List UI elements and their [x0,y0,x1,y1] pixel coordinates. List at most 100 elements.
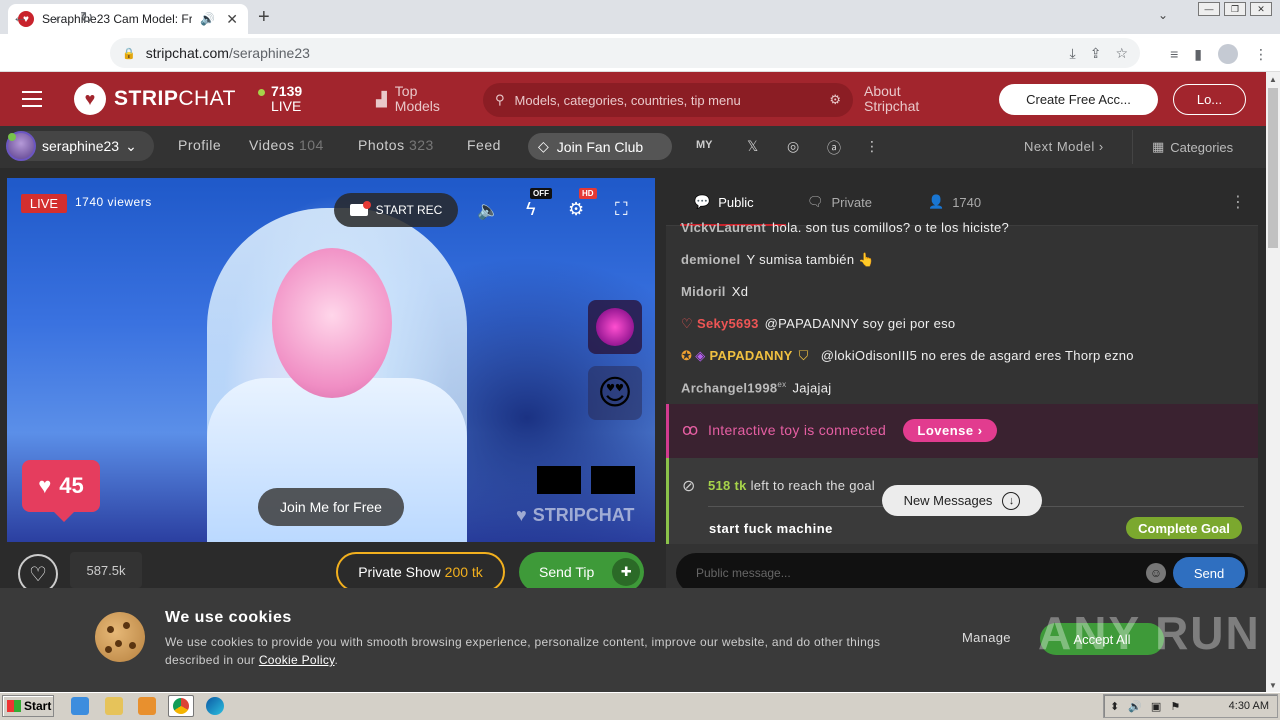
file-explorer-icon[interactable] [105,697,123,715]
close-window-button[interactable]: ✕ [1250,2,1272,16]
volume-tray-icon[interactable]: 🔊 [1128,700,1142,713]
network-icon[interactable]: ▣ [1151,700,1161,713]
goal-text: left to reach the goal [750,478,875,493]
cookie-icon [95,612,145,662]
login-button[interactable]: Lo... [1173,84,1246,115]
cookie-policy-link[interactable]: Cookie Policy [259,653,335,667]
chat-menu-icon[interactable]: ⋮ [1230,192,1246,212]
new-tab-button[interactable]: + [258,6,270,29]
stripchat-watermark: ♥ STRIPCHAT [516,505,634,526]
live-count[interactable]: 7139 LIVE [258,84,302,114]
live-count-label: LIVE [271,98,302,114]
reload-icon[interactable]: ↻ [80,8,93,28]
cookie-title: We use cookies [165,609,292,626]
chevron-down-icon: ⌄ [125,137,137,154]
manage-cookies-button[interactable]: Manage [962,630,1011,645]
send-message-button[interactable]: Send [1173,557,1245,589]
tab-private[interactable]: 🗨 Private [807,194,872,210]
filter-icon[interactable]: ⚙ [829,92,841,108]
chat-username[interactable]: VickyLaurent [681,220,766,232]
start-rec-button[interactable]: START REC [334,193,458,227]
chat-username[interactable]: PAPADANNY [710,348,793,363]
logo-text-rest: CHAT [178,87,236,110]
settings-gear-icon[interactable]: ⚙ [568,199,584,220]
nav-profile[interactable]: Profile [178,137,221,153]
scroll-up-arrow-icon[interactable]: ▲ [1266,72,1280,86]
reading-list-icon[interactable]: ≡ [1170,46,1178,62]
next-model-link[interactable]: Next Model › [1024,139,1104,154]
lightning-icon[interactable]: ϟ [526,199,536,220]
send-tip-label: Send Tip [539,564,595,580]
lock-icon[interactable]: 🔒 [122,47,136,60]
install-app-icon[interactable]: ⤓ [1070,45,1076,62]
bookmark-star-icon[interactable]: ☆ [1115,45,1128,62]
chat-username[interactable]: Seky5693 [697,316,759,331]
close-tab-icon[interactable]: ✕ [226,11,238,28]
join-free-button[interactable]: Join Me for Free [258,488,404,526]
minimize-button[interactable]: — [1198,2,1220,16]
nav-photos[interactable]: Photos 323 [358,137,434,153]
restore-button[interactable]: ❐ [1224,2,1246,16]
chat-username[interactable]: Midoril [681,284,726,299]
start-button[interactable]: Start [2,695,54,717]
search-input[interactable]: ⚲ Models, categories, countries, tip men… [483,83,853,117]
heart-outline-icon: ♡ [29,563,47,586]
profile-avatar-icon[interactable] [1218,44,1238,64]
tab-public[interactable]: 💬 Public [694,194,754,210]
fullscreen-icon[interactable]: ⛶ [615,199,628,220]
lovense-button[interactable]: Lovense › [903,419,997,442]
chat-username[interactable]: demionel [681,252,740,267]
emoji-picker-icon[interactable]: ☺ [1146,563,1166,583]
flag-icon[interactable]: ⚑ [1170,700,1180,713]
side-panel-icon[interactable]: ▮ [1194,46,1202,63]
volume-icon[interactable]: 🔈 [477,200,499,221]
media-player-icon[interactable] [138,697,156,715]
tab-users[interactable]: 👤 1740 [928,194,981,210]
logo-mark-icon: ♥ [74,83,106,115]
live-badge: LIVE [21,194,67,213]
windows-logo-icon [7,700,21,712]
edge-icon[interactable] [206,697,224,715]
join-fan-club-button[interactable]: ◇ Join Fan Club [528,133,672,160]
url-bar[interactable]: 🔒 stripchat.com/seraphine23 ⤓ ⇪ ☆ [110,38,1140,68]
tab-search-icon[interactable]: ⌄ [1158,8,1168,22]
back-icon[interactable]: ← [12,9,28,27]
send-tip-button[interactable]: Send Tip ✚ [519,552,644,592]
nav-videos[interactable]: Videos 104 [249,137,324,153]
amazon-icon[interactable]: ⓐ [827,138,841,158]
chat-text: @lokiOdisonIII5 no eres de asgard eres T… [820,348,1134,363]
forward-icon[interactable]: → [46,9,62,27]
heart-counter[interactable]: ♥ 45 [22,460,100,522]
myclub-icon[interactable]: MY [696,139,713,151]
nav-photos-count: 323 [408,137,434,153]
private-show-button[interactable]: Private Show 200 tk [336,552,505,592]
categories-label: Categories [1170,139,1234,155]
scroll-down-arrow-icon[interactable]: ▼ [1266,678,1280,692]
nav-feed[interactable]: Feed [467,137,501,153]
live-dot-icon [258,89,265,96]
categories-button[interactable]: ▦ Categories [1152,139,1233,155]
internet-explorer-icon[interactable] [71,697,89,715]
stripchat-logo[interactable]: ♥ STRIPCHAT [74,83,236,115]
chat-username[interactable]: Archangel1998 [681,380,777,395]
scrollbar-thumb[interactable] [1268,88,1278,248]
top-models-link[interactable]: ▟ Top Models [376,84,440,114]
about-stripchat-link[interactable]: About Stripchat [864,84,919,114]
hamburger-menu-icon[interactable] [22,91,42,107]
toy-icon: ꝏ [682,422,699,439]
share-icon[interactable]: ⇪ [1090,45,1102,62]
x-twitter-icon[interactable]: 𝕏 [747,138,758,155]
model-selector[interactable]: seraphine23 ⌄ [6,131,154,161]
star-badge-icon: ✪ [681,348,693,363]
audio-playing-icon[interactable]: 🔊 [200,12,215,26]
new-messages-button[interactable]: New Messages ↓ [882,485,1042,516]
private-show-label: Private Show [358,564,441,580]
browser-menu-icon[interactable]: ⋮ [1254,46,1268,63]
complete-goal-button[interactable]: Complete Goal [1126,517,1242,539]
create-account-button[interactable]: Create Free Acc... [999,84,1158,115]
tray-expand-icon[interactable]: ⬍ [1110,700,1119,713]
more-options-icon[interactable]: ⋮ [865,138,879,155]
anyrun-watermark: ANY RUN [1038,606,1261,660]
instagram-icon[interactable]: ◎ [787,138,799,155]
window-controls: — ❐ ✕ [1198,2,1272,16]
